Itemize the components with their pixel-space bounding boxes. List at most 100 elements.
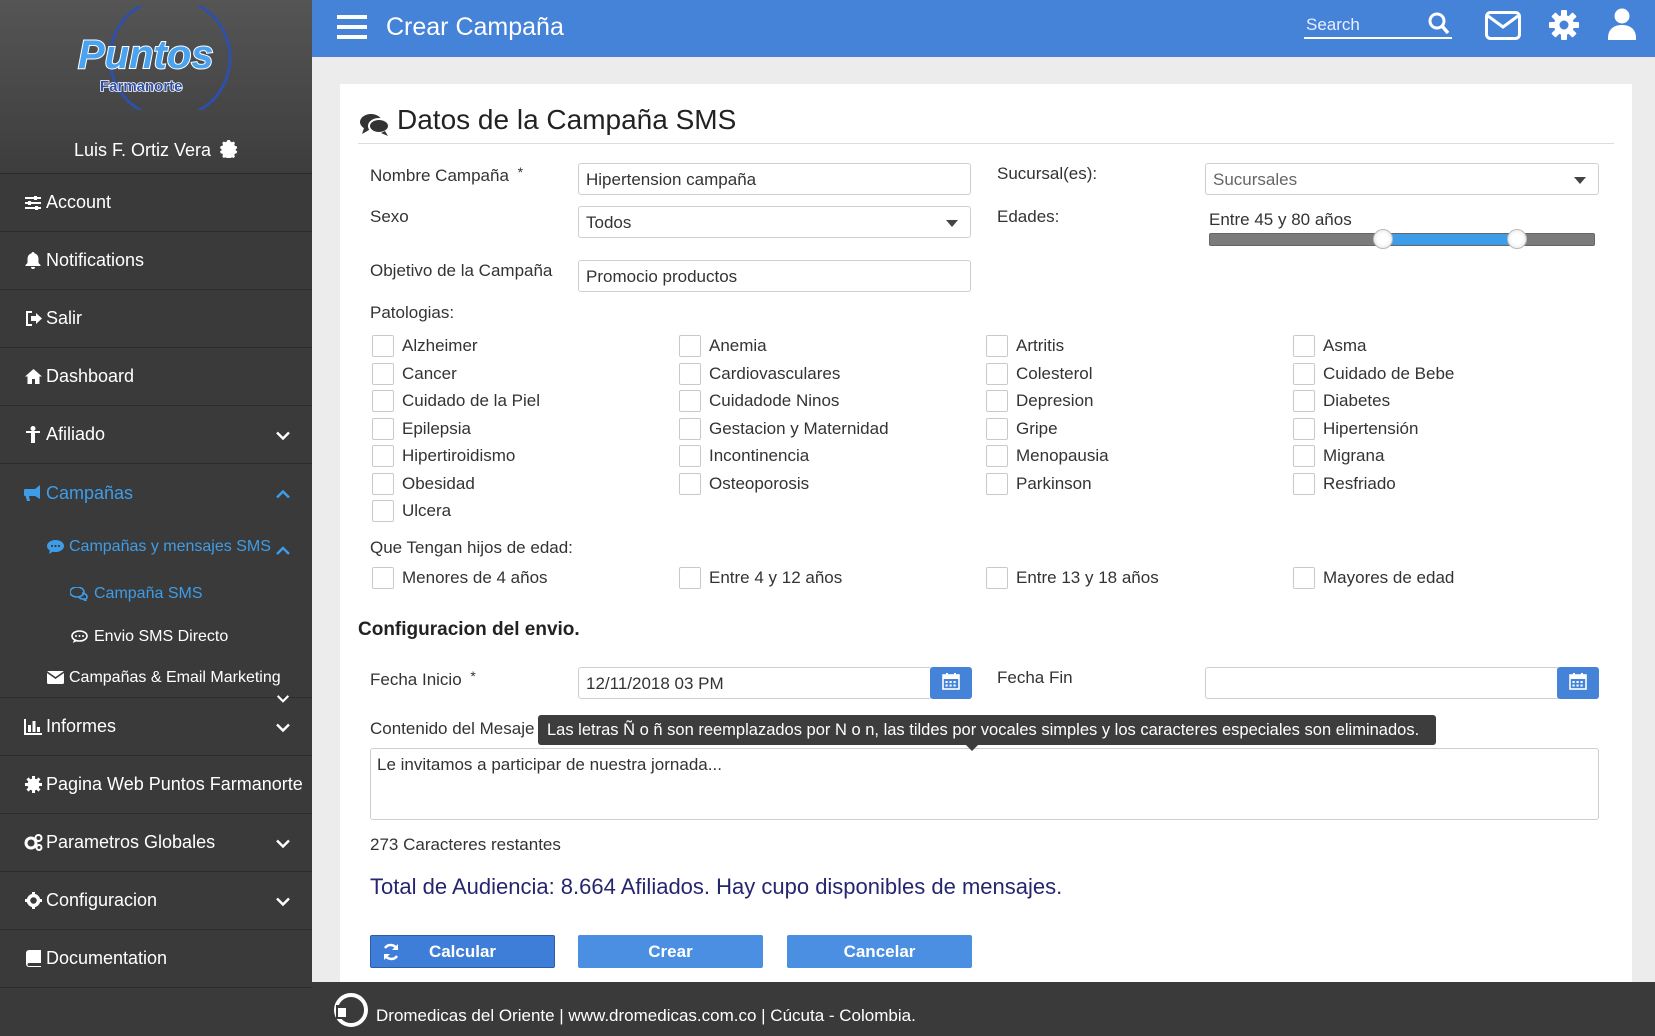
checkbox[interactable]: [986, 390, 1008, 412]
checkbox[interactable]: [1293, 417, 1315, 440]
sidebar-item-campanas[interactable]: Campañas: [0, 464, 312, 522]
checkbox-item[interactable]: Cuidado de la Piel: [372, 390, 540, 412]
checkbox-item[interactable]: Migrana: [1293, 445, 1384, 467]
checkbox-item[interactable]: Entre 13 y 18 años: [986, 567, 1159, 589]
slider-handle-min[interactable]: [1372, 229, 1393, 249]
sidebar-item-notifications[interactable]: Notifications: [0, 232, 312, 290]
sidebar-item-envio-sms[interactable]: Envio SMS Directo: [0, 615, 312, 658]
checkbox[interactable]: [1293, 567, 1315, 589]
fecha-fin-label: Fecha Fin: [997, 668, 1073, 687]
checkbox-item[interactable]: Depresion: [986, 390, 1094, 412]
checkbox-item[interactable]: Cardiovasculares: [679, 362, 840, 385]
checkbox[interactable]: [986, 335, 1008, 357]
checkbox-item[interactable]: Cancer: [372, 362, 457, 385]
checkbox[interactable]: [986, 445, 1008, 467]
checkbox[interactable]: [679, 362, 701, 385]
sidebar-item-campanas-sms[interactable]: Campañas y mensajes SMS: [0, 522, 312, 572]
checkbox[interactable]: [372, 417, 394, 440]
checkbox[interactable]: [679, 567, 701, 589]
sidebar-item-parametros[interactable]: Parametros Globales: [0, 814, 312, 872]
checkbox-item[interactable]: Osteoporosis: [679, 472, 809, 495]
checkbox-item[interactable]: Hipertensión: [1293, 417, 1418, 440]
menu-icon[interactable]: [337, 14, 367, 45]
checkbox-item[interactable]: Obesidad: [372, 472, 475, 495]
checkbox-item[interactable]: Menopausia: [986, 445, 1109, 467]
gear-icon[interactable]: [1548, 9, 1580, 46]
checkbox-item[interactable]: Mayores de edad: [1293, 567, 1454, 589]
fecha-fin-input[interactable]: [1205, 667, 1559, 699]
sidebar-item-pagina-web[interactable]: Pagina Web Puntos Farmanorte: [0, 756, 312, 814]
crear-button[interactable]: Crear: [578, 935, 763, 968]
user-icon[interactable]: [1608, 8, 1636, 45]
checkbox-item[interactable]: Diabetes: [1293, 390, 1390, 412]
checkbox[interactable]: [986, 567, 1008, 589]
checkbox-item[interactable]: Resfriado: [1293, 472, 1396, 495]
checkbox-item[interactable]: Gestacion y Maternidad: [679, 417, 889, 440]
puntos-logo[interactable]: Puntos Farmanorte: [70, 0, 240, 120]
search-icon[interactable]: [1428, 12, 1450, 40]
sidebar-item-account[interactable]: Account: [0, 174, 312, 232]
checkbox[interactable]: [372, 335, 394, 357]
sidebar-item-documentation[interactable]: Documentation: [0, 930, 312, 988]
checkbox-item[interactable]: Gripe: [986, 417, 1058, 440]
cancelar-button[interactable]: Cancelar: [787, 935, 972, 968]
checkbox-item[interactable]: Cuidado de Bebe: [1293, 362, 1454, 385]
envelope-icon[interactable]: [1485, 11, 1521, 45]
checkbox-item[interactable]: Cuidadode Ninos: [679, 390, 839, 412]
checkbox-item[interactable]: Parkinson: [986, 472, 1092, 495]
checkbox[interactable]: [679, 472, 701, 495]
nombre-campana-input[interactable]: Hipertension campaña: [578, 163, 971, 195]
checkbox[interactable]: [679, 390, 701, 412]
checkbox[interactable]: [679, 445, 701, 467]
checkbox[interactable]: [1293, 445, 1315, 467]
fecha-fin-calendar-button[interactable]: [1557, 667, 1599, 699]
checkbox[interactable]: [1293, 335, 1315, 357]
checkbox[interactable]: [372, 500, 394, 522]
user-name[interactable]: Luis F. Ortiz Vera: [0, 140, 312, 163]
checkbox-item[interactable]: Entre 4 y 12 años: [679, 567, 842, 589]
checkbox-item[interactable]: Alzheimer: [372, 335, 478, 357]
checkbox[interactable]: [1293, 362, 1315, 385]
checkbox[interactable]: [1293, 472, 1315, 495]
sidebar-item-afiliado[interactable]: Afiliado: [0, 406, 312, 464]
objetivo-input[interactable]: Promocio productos: [578, 260, 971, 292]
checkbox-item[interactable]: Artritis: [986, 335, 1064, 357]
calcular-button[interactable]: Calcular: [370, 935, 555, 968]
sidebar-item-campana-sms[interactable]: Campaña SMS: [0, 572, 312, 615]
checkbox[interactable]: [372, 472, 394, 495]
checkbox-item[interactable]: Epilepsia: [372, 417, 471, 440]
fecha-inicio-calendar-button[interactable]: [930, 667, 972, 699]
checkbox[interactable]: [1293, 390, 1315, 412]
checkbox[interactable]: [679, 417, 701, 440]
checkbox-item[interactable]: Ulcera: [372, 500, 451, 522]
checkbox[interactable]: [986, 362, 1008, 385]
checkbox[interactable]: [986, 472, 1008, 495]
footer-text: Dromedicas del Oriente | www.dromedicas.…: [376, 1006, 916, 1025]
sidebar-item-informes[interactable]: Informes: [0, 698, 312, 756]
sidebar-item-email-marketing[interactable]: Campañas & Email Marketing: [0, 658, 312, 703]
checkbox-item[interactable]: Anemia: [679, 335, 767, 357]
checkbox[interactable]: [372, 390, 394, 412]
checkbox-item[interactable]: Asma: [1293, 335, 1366, 357]
search-input[interactable]: Search: [1304, 12, 1452, 39]
checkbox-item[interactable]: Colesterol: [986, 362, 1093, 385]
edades-slider[interactable]: [1209, 229, 1595, 249]
checkbox-item[interactable]: Hipertiroidismo: [372, 445, 515, 467]
gear-icon[interactable]: [220, 140, 238, 163]
fecha-inicio-input[interactable]: 12/11/2018 03 PM: [578, 667, 932, 699]
slider-handle-max[interactable]: [1507, 229, 1528, 249]
checkbox-item[interactable]: Incontinencia: [679, 445, 809, 467]
checkbox[interactable]: [986, 417, 1008, 440]
checkbox[interactable]: [372, 445, 394, 467]
sidebar-item-dashboard[interactable]: Dashboard: [0, 348, 312, 406]
sidebar-item-salir[interactable]: Salir: [0, 290, 312, 348]
checkbox[interactable]: [372, 362, 394, 385]
checkbox[interactable]: [372, 567, 394, 589]
checkbox-item[interactable]: Menores de 4 años: [372, 567, 548, 589]
sucursal-select[interactable]: Sucursales: [1205, 163, 1599, 195]
sexo-select[interactable]: Todos: [578, 206, 971, 238]
sidebar-item-configuracion[interactable]: Configuracion: [0, 872, 312, 930]
checkbox[interactable]: [679, 335, 701, 357]
caracteres-restantes: 273 Caracteres restantes: [370, 835, 561, 854]
mensaje-textarea[interactable]: Le invitamos a participar de nuestra jor…: [370, 748, 1599, 820]
